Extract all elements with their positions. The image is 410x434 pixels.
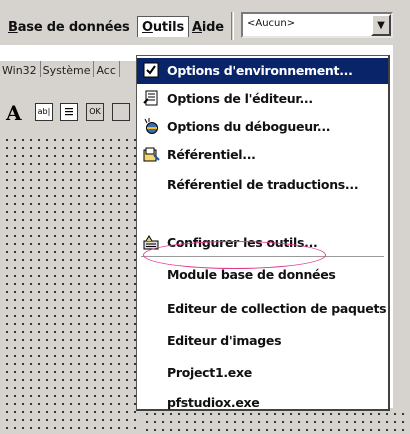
menu-item-editor-options[interactable]: Options de l'éditeur... (137, 86, 388, 112)
menu-separator (141, 256, 384, 258)
menu-item-env-options[interactable]: Options d'environnement... (137, 58, 388, 84)
menu-item-project1-exe[interactable]: Project1.exe (137, 360, 388, 386)
menu-bar: Base de données Outils Aide <Aucun> ▼ (0, 0, 410, 45)
menu-database-mnemonic: B (8, 20, 18, 35)
menu-database[interactable]: Base de données (8, 20, 130, 35)
menu-item-pfstudiox-exe[interactable]: pfstudiox.exe (137, 390, 388, 416)
menu-item-label: Options d'environnement... (167, 63, 353, 78)
menu-item-database-module[interactable]: Module base de données (137, 262, 388, 288)
tab-systeme[interactable]: Système (41, 61, 95, 77)
debugger-options-icon (143, 118, 160, 135)
memo-component-icon[interactable] (60, 103, 78, 121)
combo-value: <Aucun> (247, 18, 296, 29)
component-palette: A ab| OK (0, 82, 140, 138)
menu-item-label: pfstudiox.exe (167, 395, 260, 410)
menu-tools-label: utils (152, 20, 184, 35)
env-options-icon (143, 62, 160, 79)
menu-item-label: Référentiel... (167, 147, 256, 162)
toolbar-separator (231, 12, 234, 40)
configure-tools-icon (143, 234, 160, 251)
menu-item-debugger-options[interactable]: Options du débogueur... (137, 114, 388, 140)
palette-tabs: Win32 Système Acc (0, 60, 140, 82)
tab-acc[interactable]: Acc (94, 61, 120, 77)
label-component-icon[interactable]: A (6, 101, 22, 125)
menu-item-label: Editeur d'images (167, 333, 282, 348)
tab-win32[interactable]: Win32 (0, 61, 41, 77)
button-component-icon[interactable]: OK (86, 103, 104, 121)
tools-dropdown-menu: Options d'environnement... Options de l'… (136, 55, 390, 411)
menu-item-package-collection-editor[interactable]: Editeur de collection de paquets (137, 296, 388, 322)
repository-icon (143, 146, 160, 163)
menu-item-label: Editeur de collection de paquets (167, 301, 387, 316)
menu-item-label: Options de l'éditeur... (167, 91, 313, 106)
menu-item-image-editor[interactable]: Editeur d'images (137, 328, 388, 354)
menu-item-label: Project1.exe (167, 365, 252, 380)
menu-item-repository[interactable]: Référentiel... (137, 142, 388, 168)
menu-item-translation-repository[interactable]: Référentiel de traductions... (137, 172, 388, 198)
menu-item-label: Référentiel de traductions... (167, 177, 359, 192)
form-designer-grid[interactable] (0, 138, 140, 434)
menu-help[interactable]: Aide (192, 20, 224, 35)
menu-item-label: Configurer les outils... (167, 235, 318, 250)
checkbox-component-icon[interactable] (112, 103, 130, 121)
menu-database-label: ase de données (17, 20, 130, 35)
chevron-down-icon: ▼ (377, 19, 385, 31)
menu-item-configure-tools[interactable]: Configurer les outils... (137, 230, 388, 256)
right-panel-strip (393, 45, 410, 434)
menu-item-label: Options du débogueur... (167, 119, 331, 134)
menu-help-mnemonic: A (192, 20, 202, 35)
editor-options-icon (143, 90, 160, 107)
menu-tools[interactable]: Outils (137, 16, 189, 37)
component-combo[interactable]: <Aucun> ▼ (241, 12, 393, 38)
menu-help-label: ide (201, 20, 224, 35)
menu-tools-mnemonic: O (142, 20, 153, 35)
menu-item-label: Module base de données (167, 267, 336, 282)
combo-dropdown-button[interactable]: ▼ (371, 14, 391, 36)
edit-component-icon[interactable]: ab| (35, 103, 53, 121)
